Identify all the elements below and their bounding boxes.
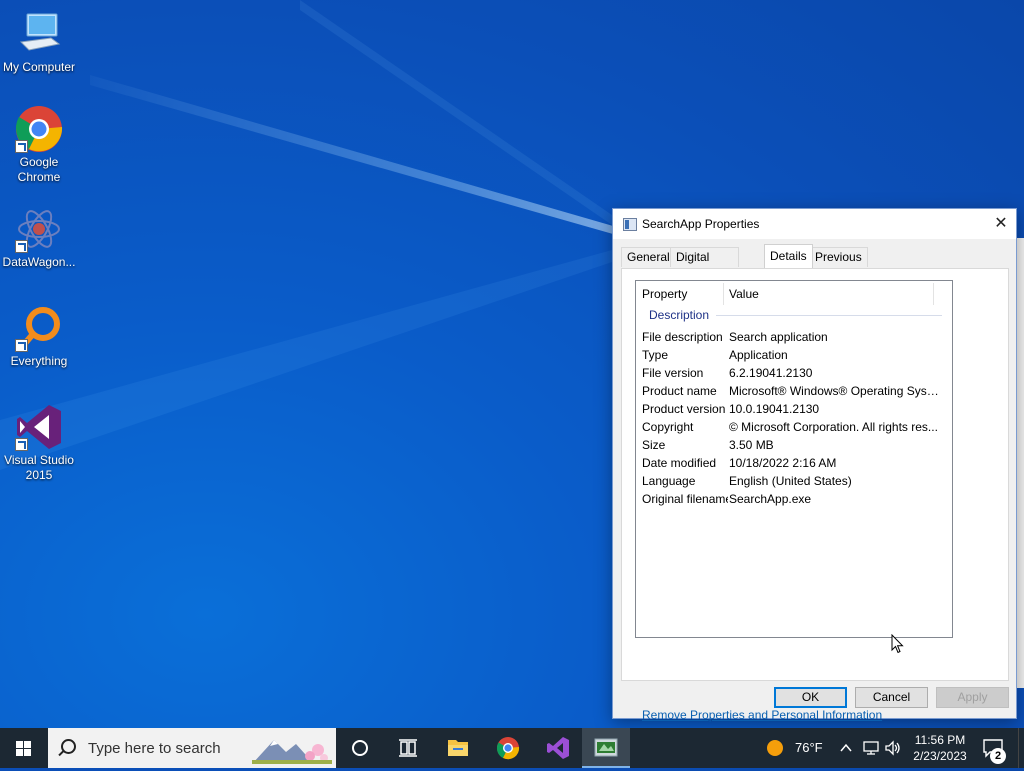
property-value: 3.50 MB (729, 438, 774, 452)
clock-time: 11:56 PM (914, 733, 966, 747)
desktop-icon-everything[interactable]: Everything (0, 304, 78, 369)
chrome-icon (496, 737, 520, 760)
property-name: Size (642, 438, 666, 452)
chevron-up-icon[interactable] (839, 741, 853, 755)
property-value: 6.2.19041.2130 (729, 366, 813, 380)
property-name: Product version (642, 402, 726, 416)
system-clock[interactable]: 11:56 PM 2/23/2023 (905, 732, 975, 764)
show-desktop-button[interactable] (1018, 728, 1024, 768)
group-header-description: Description (649, 308, 710, 322)
column-header-value[interactable]: Value (729, 287, 759, 301)
desktop-icon-label: Google Chrome (17, 155, 61, 184)
list-item[interactable]: File version 6.2.19041.2130 (642, 365, 947, 383)
desktop-icon-datawagon[interactable]: DataWagon... (0, 205, 78, 270)
start-button[interactable] (0, 728, 48, 768)
cortana-circle-icon (352, 740, 368, 756)
desktop-icon-label: Visual Studio 2015 (4, 453, 74, 482)
list-item[interactable]: Product name Microsoft® Windows® Operatin… (642, 383, 947, 401)
shortcut-arrow-icon (15, 140, 28, 153)
property-name: Date modified (642, 456, 717, 470)
property-name: Product name (642, 384, 717, 398)
close-button[interactable]: ✕ (986, 209, 1016, 239)
task-view-icon (399, 739, 417, 757)
desktop-icon-google-chrome[interactable]: Google Chrome (0, 105, 78, 185)
property-value: English (United States) (729, 474, 852, 488)
cancel-button[interactable]: Cancel (855, 687, 928, 708)
list-item[interactable]: Size 3.50 MB (642, 437, 947, 455)
property-name: Original filename (642, 492, 728, 506)
property-value: 10/18/2022 2:16 AM (729, 456, 837, 470)
notification-badge: 2 (990, 748, 1006, 764)
search-placeholder: Type here to search (88, 740, 221, 757)
column-divider[interactable] (933, 283, 934, 305)
desktop-icon-label: My Computer (2, 60, 76, 74)
shortcut-arrow-icon (15, 339, 28, 352)
desktop-icon-visual-studio[interactable]: Visual Studio 2015 (0, 403, 78, 483)
column-header-property[interactable]: Property (642, 287, 687, 301)
property-value: SearchApp.exe (729, 492, 812, 506)
desktop-icon-label: Everything (10, 354, 68, 368)
background-window-edge (1016, 238, 1024, 688)
network-icon[interactable] (862, 740, 880, 756)
details-panel: Property Value Description File descript… (621, 268, 1009, 722)
task-view-button[interactable] (384, 728, 432, 768)
details-list[interactable]: Property Value Description File descript… (635, 280, 953, 638)
cortana-button[interactable] (336, 728, 384, 768)
apply-button[interactable]: Apply (936, 687, 1009, 708)
property-name: File version (642, 366, 704, 380)
folder-icon (448, 740, 468, 756)
dialog-title: SearchApp Properties (642, 217, 760, 231)
taskbar-file-explorer[interactable] (434, 728, 482, 768)
property-name: Type (642, 348, 669, 362)
property-value: 10.0.19041.2130 (729, 402, 820, 416)
list-item[interactable]: Language English (United States) (642, 473, 947, 491)
property-value: Search application (729, 330, 828, 344)
taskbar-visual-studio[interactable] (533, 728, 581, 768)
tab-details[interactable]: Details (764, 244, 813, 268)
mouse-cursor-icon (891, 634, 904, 654)
list-item[interactable]: Date modified 10/18/2022 2:16 AM (642, 455, 947, 473)
weather-sun-icon (767, 740, 783, 756)
tab-digital-signatures[interactable]: Digital Signatures (670, 247, 740, 283)
list-item[interactable]: Type Application (642, 347, 947, 365)
windows-logo-icon (16, 741, 32, 756)
list-item[interactable]: Original filename SearchApp.exe (642, 491, 947, 509)
property-name: Copyright (642, 420, 694, 434)
ok-button[interactable]: OK (774, 687, 847, 708)
volume-icon[interactable] (884, 740, 902, 756)
shortcut-arrow-icon (15, 240, 28, 253)
list-header: Property Value (636, 281, 952, 305)
property-name: Language (642, 474, 696, 488)
dialog-titlebar[interactable]: SearchApp Properties ✕ (613, 209, 1016, 239)
properties-dialog: SearchApp Properties ✕ General Digital S… (612, 208, 1017, 722)
property-rows: File description Search application Type A… (642, 329, 947, 509)
clock-date: 2/23/2023 (913, 749, 967, 763)
list-item[interactable]: Product version 10.0.19041.2130 (642, 401, 947, 419)
desktop-icon-my-computer[interactable]: My Computer (0, 10, 78, 75)
taskbar-chrome[interactable] (484, 728, 532, 768)
taskbar-search-box[interactable]: Type here to search (48, 728, 336, 768)
property-value: Application (729, 348, 788, 362)
column-divider[interactable] (723, 283, 724, 305)
desktop-icon-label: DataWagon... (2, 255, 76, 269)
property-name: File description (642, 330, 723, 344)
taskbar-properties-window[interactable] (582, 728, 630, 768)
group-divider (716, 315, 942, 316)
list-item[interactable]: Copyright © Microsoft Corporation. All ri… (642, 419, 947, 437)
search-highlight-art-icon (252, 740, 332, 764)
shortcut-arrow-icon (15, 438, 28, 451)
remove-properties-link[interactable]: Remove Properties and Personal Informati… (642, 708, 882, 722)
search-icon (61, 739, 76, 754)
list-item[interactable]: File description Search application (642, 329, 947, 347)
tab-previous-versions[interactable]: Previous Versions (809, 247, 868, 283)
property-value: © Microsoft Corporation. All rights res.… (729, 420, 938, 434)
app-window-icon (623, 218, 637, 231)
visual-studio-icon (547, 737, 569, 759)
computer-icon (19, 13, 61, 51)
properties-window-icon (594, 738, 618, 757)
weather-temperature[interactable]: 76°F (795, 740, 823, 755)
tab-general[interactable]: General (621, 247, 676, 267)
taskbar: Type here to search 76°F 11:56 PM 2/23/2… (0, 728, 1024, 768)
property-value: Microsoft® Windows® Operating Syst... (729, 384, 939, 398)
